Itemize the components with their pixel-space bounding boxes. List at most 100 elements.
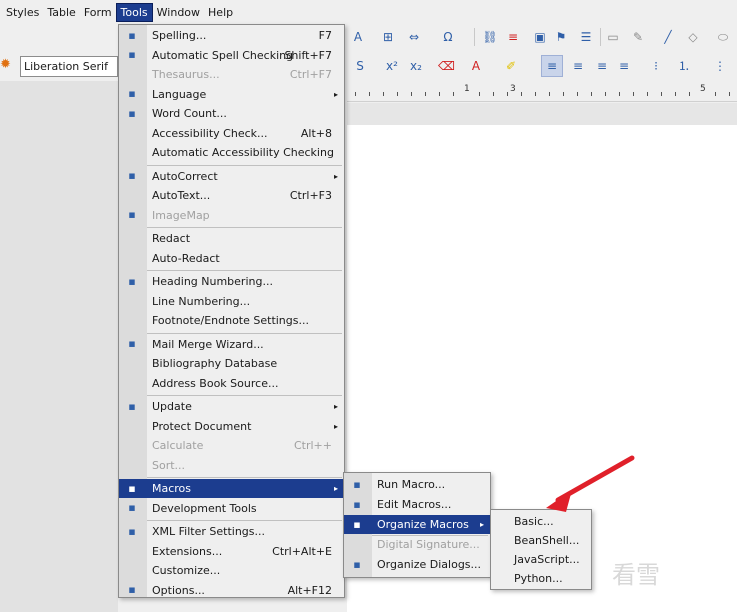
menu-item-label: Language — [152, 87, 207, 101]
menu-item-label: Organize Macros — [377, 518, 469, 531]
ruler-tick — [425, 92, 426, 96]
language-icon: ▪ — [128, 87, 136, 100]
special-character-icon[interactable]: Ω — [440, 29, 456, 45]
menu-item-basic[interactable]: Basic... — [491, 512, 591, 531]
menu-item-heading-numbering[interactable]: ▪ Heading Numbering... — [119, 272, 344, 291]
highlight-color-icon[interactable]: ✐ — [503, 58, 519, 74]
macros-submenu: ▪ Run Macro... ▪ Edit Macros... ▪ Organize Ma… — [343, 472, 491, 578]
update-icon: ▪ — [128, 399, 136, 413]
menu-item-update[interactable]: ▪ Update ▸ — [119, 397, 344, 416]
menu-item-auto-redact[interactable]: Auto-Redact — [119, 249, 344, 268]
submenu-arrow-icon: ▸ — [333, 402, 338, 411]
line-icon[interactable]: ╱ — [660, 29, 676, 45]
menu-item-run-macro[interactable]: ▪ Run Macro... — [344, 475, 490, 494]
menu-form[interactable]: Form — [80, 4, 116, 21]
menu-separator — [147, 270, 342, 271]
menu-item-label: Customize... — [152, 564, 221, 577]
menu-item-language[interactable]: ▪ Language ▸ — [119, 85, 344, 104]
menu-item-beanshell[interactable]: BeanShell... — [491, 531, 591, 550]
menu-item-label: BeanShell... — [514, 534, 580, 547]
callout-icon[interactable]: ⬭ — [715, 29, 731, 45]
font-name-input[interactable]: Liberation Serif — [20, 56, 118, 77]
comment-icon[interactable]: ▭ — [605, 29, 621, 45]
menu-item-edit-macros[interactable]: ▪ Edit Macros... — [344, 495, 490, 514]
insert-field-icon[interactable]: ⊞ — [380, 29, 396, 45]
ruler-tick — [647, 92, 648, 96]
hyperlink-icon[interactable]: ⛓ — [482, 29, 498, 45]
menu-item-organize-dialogs[interactable]: ▪ Organize Dialogs... — [344, 555, 490, 574]
justify-icon[interactable]: ≡ — [616, 58, 632, 74]
footnote-icon[interactable]: ≡ — [505, 29, 521, 45]
menu-item-accessibility-check[interactable]: Accessibility Check... Alt+8 — [119, 124, 344, 143]
menu-item-digital-signature: Digital Signature... — [344, 535, 490, 554]
menu-item-label: Bibliography Database — [152, 357, 278, 370]
align-right-icon[interactable]: ≡ — [594, 58, 610, 74]
menu-item-javascript[interactable]: JavaScript... — [491, 550, 591, 569]
menu-table[interactable]: Table — [43, 4, 79, 21]
menu-item-customize[interactable]: Customize... — [119, 561, 344, 580]
menu-item-imagemap: ▪ ImageMap — [119, 206, 344, 225]
clear-formatting-icon[interactable]: ⌫ — [438, 58, 455, 74]
text-box-icon[interactable]: A — [350, 29, 366, 45]
menu-item-mail-merge-wizard[interactable]: ▪ Mail Merge Wizard... — [119, 335, 344, 354]
menu-item-python[interactable]: Python... — [491, 569, 591, 588]
ruler-tick — [549, 92, 550, 96]
menu-tools[interactable]: Tools — [115, 2, 153, 22]
menu-item-options[interactable]: ▪ Options... Alt+F12 — [119, 581, 344, 600]
ruler-tick — [729, 92, 730, 96]
menu-item-organize-macros[interactable]: ▪ Organize Macros ▸ — [344, 515, 490, 534]
sun-icon[interactable]: ✹ — [0, 57, 11, 72]
ruler-tick — [521, 92, 522, 96]
menu-help[interactable]: Help — [204, 4, 237, 21]
cross-reference-icon[interactable]: ⇔ — [406, 29, 422, 45]
menu-item-calculate: Calculate Ctrl++ — [119, 436, 344, 455]
menu-window[interactable]: Window — [153, 4, 204, 21]
ruler-label: 3 — [510, 84, 516, 94]
menu-item-label: Line Numbering... — [152, 294, 251, 308]
strikethrough-icon[interactable]: S — [352, 58, 368, 74]
outline-icon[interactable]: ⋮ — [712, 58, 728, 74]
basic-shapes-icon[interactable]: ◇ — [685, 29, 701, 45]
menu-item-development-tools[interactable]: ▪ Development Tools — [119, 499, 344, 518]
macros-icon: ▪ — [128, 481, 136, 495]
track-changes-icon[interactable]: ✎ — [630, 29, 646, 45]
bookmark-icon[interactable]: ⚑ — [553, 29, 569, 45]
menu-item-label: XML Filter Settings... — [152, 525, 265, 538]
menu-item-footnote-endnote-settings[interactable]: Footnote/Endnote Settings... — [119, 311, 344, 330]
menu-item-label: Protect Document — [152, 419, 252, 433]
menu-item-autotext[interactable]: AutoText... Ctrl+F3 — [119, 186, 344, 205]
ruler-tick — [633, 92, 634, 96]
watermark: 看雪 — [612, 561, 660, 589]
menu-item-automatic-spell-checking[interactable]: ▪ Automatic Spell Checking Shift+F7 — [119, 46, 344, 65]
ruler-tick — [411, 92, 412, 96]
horizontal-ruler[interactable]: 1 3 5 — [347, 82, 737, 102]
menu-item-spelling[interactable]: ▪ Spelling... F7 — [119, 26, 344, 45]
menu-item-redact[interactable]: Redact — [119, 229, 344, 248]
menu-styles[interactable]: Styles — [2, 4, 43, 21]
menu-item-extensions[interactable]: Extensions... Ctrl+Alt+E — [119, 542, 344, 561]
bullets-icon[interactable]: ⁝ — [648, 58, 664, 74]
menu-item-bibliography-database[interactable]: Bibliography Database — [119, 354, 344, 373]
align-center-icon[interactable]: ≡ — [570, 58, 586, 74]
subscript-icon[interactable]: x₂ — [408, 58, 424, 74]
menu-item-label: ImageMap — [152, 208, 210, 222]
menu-item-macros[interactable]: ▪ Macros ▸ — [119, 479, 344, 498]
menu-item-protect-document[interactable]: Protect Document ▸ — [119, 417, 344, 436]
superscript-icon[interactable]: x² — [384, 58, 400, 74]
menu-item-label: Automatic Spell Checking — [152, 48, 294, 62]
menu-item-word-count[interactable]: ▪ Word Count... — [119, 104, 344, 123]
options-gear-icon: ▪ — [128, 583, 136, 596]
ruler-tick — [397, 92, 398, 96]
font-color-icon[interactable]: A — [468, 58, 484, 74]
menu-item-label: Run Macro... — [377, 478, 446, 491]
numbering-icon[interactable]: ⒈ — [676, 58, 692, 74]
menu-item-address-book-source[interactable]: Address Book Source... — [119, 374, 344, 393]
menu-item-automatic-accessibility-checking[interactable]: Automatic Accessibility Checking — [119, 143, 344, 162]
menu-item-autocorrect[interactable]: ▪ AutoCorrect ▸ — [119, 167, 344, 186]
menu-item-xml-filter-settings[interactable]: ▪ XML Filter Settings... — [119, 522, 344, 541]
insert-note-icon[interactable]: ▣ — [532, 29, 548, 45]
navigator-icon[interactable]: ☰ — [578, 29, 594, 45]
menu-item-line-numbering[interactable]: Line Numbering... — [119, 292, 344, 311]
align-left-icon[interactable]: ≡ — [544, 58, 560, 74]
menu-item-shortcut: F7 — [318, 29, 332, 42]
